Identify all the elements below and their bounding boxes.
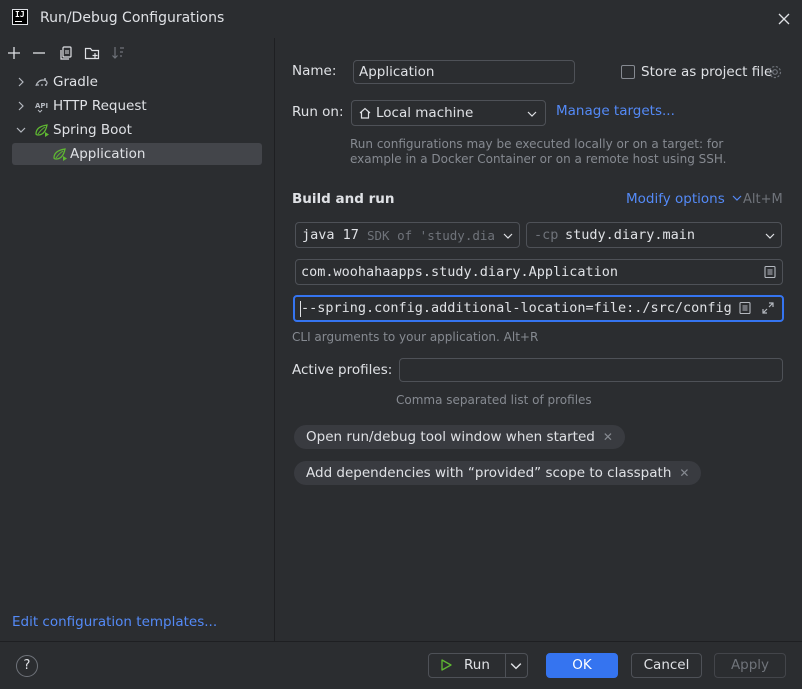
store-project-file-label[interactable]: Store as project file	[641, 64, 772, 80]
run-button-label: Run	[464, 657, 490, 673]
gradle-icon	[35, 78, 48, 87]
name-label: Name:	[292, 63, 337, 79]
close-icon[interactable]: ✕	[679, 466, 689, 480]
chevron-down-icon	[732, 195, 742, 201]
active-profiles-field[interactable]	[399, 358, 783, 382]
tree-item-spring-boot[interactable]: Spring Boot	[12, 119, 262, 141]
title-bar: IJ Run/Debug Configurations	[0, 0, 802, 38]
run-on-label: Run on:	[292, 104, 344, 120]
add-icon[interactable]	[6, 45, 22, 61]
apply-button[interactable]: Apply	[714, 653, 786, 678]
jdk-detail: SDK of 'study.dia	[367, 228, 495, 243]
classpath-module-select[interactable]: -cp study.diary.main	[526, 222, 782, 248]
modify-options-label: Modify options	[626, 191, 725, 207]
expand-icon[interactable]	[761, 301, 775, 315]
spring-boot-icon	[35, 124, 49, 137]
name-field[interactable]: Application	[353, 60, 575, 84]
window-title: Run/Debug Configurations	[40, 10, 225, 26]
ok-button[interactable]: OK	[546, 653, 618, 678]
edit-templates-link[interactable]: Edit configuration templates...	[12, 614, 217, 630]
run-on-hint-line-1: Run configurations may be executed local…	[350, 137, 724, 151]
tree-item-http-request[interactable]: API HTTP Request	[12, 95, 262, 117]
run-button[interactable]: Run	[428, 653, 505, 678]
tree-item-label: HTTP Request	[53, 98, 147, 114]
tree-item-label: Gradle	[53, 74, 98, 90]
copy-icon[interactable]	[58, 45, 74, 61]
chevron-down-icon	[503, 233, 513, 239]
option-chip-open-tool-window: Open run/debug tool window when started ✕	[294, 425, 625, 449]
main-class-field[interactable]: com.woohahaapps.study.diary.Application	[295, 259, 783, 285]
http-request-icon: API	[35, 102, 48, 113]
program-arguments-value: --spring.config.additional-location=file…	[301, 300, 731, 316]
chevron-down-icon[interactable]	[510, 660, 522, 672]
browse-icon[interactable]	[738, 301, 752, 315]
jdk-select[interactable]: java 17 SDK of 'study.dia	[295, 222, 520, 248]
modify-options-link[interactable]: Modify options	[626, 191, 742, 207]
gear-icon[interactable]	[767, 64, 783, 80]
modify-options-shortcut: Alt+M	[743, 192, 783, 207]
classpath-prefix: -cp	[534, 227, 559, 243]
tree-item-gradle[interactable]: Gradle	[12, 71, 262, 93]
name-field-value: Application	[359, 64, 435, 80]
manage-targets-link[interactable]: Manage targets...	[556, 103, 675, 119]
classpath-value: study.diary.main	[565, 227, 696, 243]
help-button[interactable]: ?	[16, 655, 38, 677]
program-arguments-hint: CLI arguments to your application. Alt+R	[292, 330, 539, 344]
chevron-down-icon[interactable]	[16, 125, 26, 135]
close-icon[interactable]: ✕	[603, 430, 613, 444]
remove-icon[interactable]	[31, 45, 47, 61]
split-divider	[505, 654, 506, 677]
chip-label: Open run/debug tool window when started	[306, 429, 595, 445]
active-profiles-hint: Comma separated list of profiles	[396, 393, 592, 407]
program-arguments-field[interactable]: --spring.config.additional-location=file…	[293, 295, 784, 322]
close-icon[interactable]	[775, 10, 793, 28]
tree-item-application[interactable]: Application	[12, 143, 262, 165]
cancel-button[interactable]: Cancel	[631, 653, 702, 678]
new-folder-icon[interactable]	[84, 45, 100, 61]
active-profiles-label: Active profiles:	[292, 362, 393, 378]
svg-text:API: API	[35, 102, 48, 110]
spring-boot-icon	[53, 148, 67, 161]
sort-icon	[112, 47, 124, 59]
store-project-file-checkbox[interactable]	[621, 65, 635, 79]
chevron-down-icon	[527, 111, 537, 117]
chip-label: Add dependencies with “provided” scope t…	[306, 465, 672, 481]
run-icon	[441, 659, 452, 671]
chevron-down-icon	[765, 233, 775, 239]
intellij-app-icon: IJ	[12, 9, 28, 25]
jdk-value: java 17	[302, 227, 359, 243]
home-icon	[359, 107, 371, 119]
run-on-value: Local machine	[376, 105, 474, 121]
option-chip-provided-scope: Add dependencies with “provided” scope t…	[294, 461, 702, 485]
main-class-value: com.woohahaapps.study.diary.Application	[301, 264, 618, 280]
tree-item-label: Spring Boot	[53, 122, 132, 138]
browse-icon[interactable]	[763, 265, 777, 279]
chevron-right-icon[interactable]	[16, 101, 26, 111]
run-on-select[interactable]: Local machine	[351, 100, 546, 126]
build-and-run-heading: Build and run	[292, 191, 395, 207]
tree-item-label: Application	[70, 146, 146, 162]
chevron-right-icon[interactable]	[16, 77, 26, 87]
run-on-hint-line-2: example in a Docker Container or on a re…	[350, 152, 727, 166]
